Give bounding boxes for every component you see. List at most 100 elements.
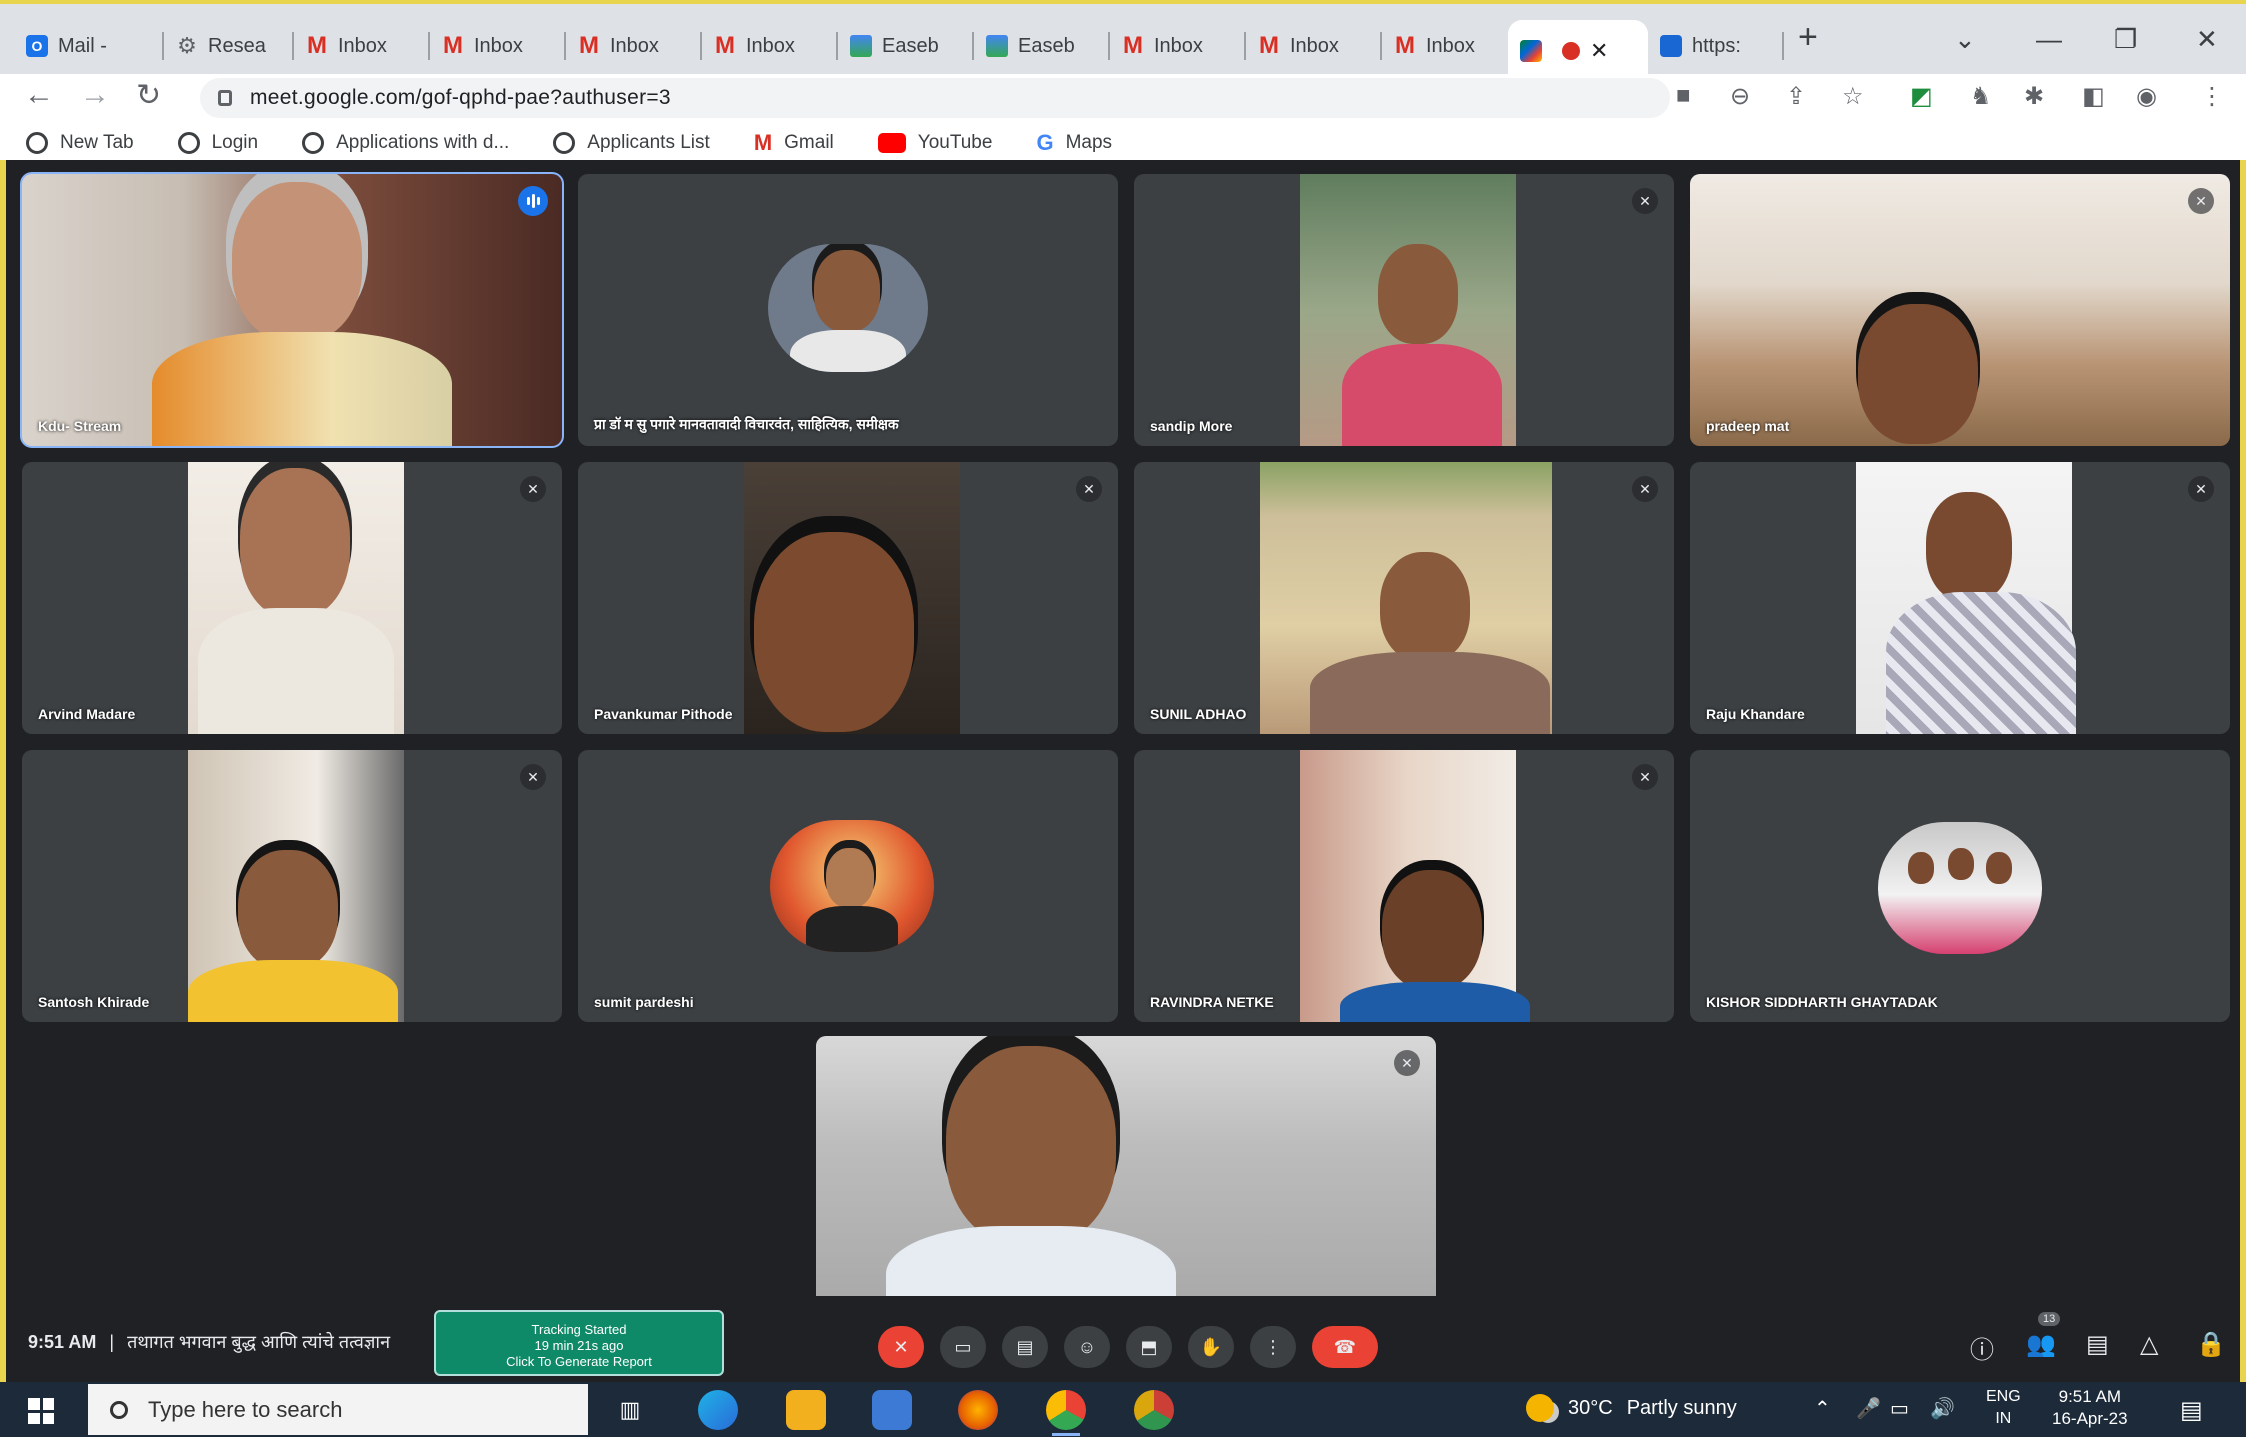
task-view-icon[interactable]: ▥ bbox=[610, 1390, 650, 1430]
participant-tile[interactable]: ✕ Pavankumar Pithode bbox=[578, 462, 1118, 734]
share-icon[interactable]: ⇪ bbox=[1786, 82, 1806, 111]
participant-name: sandip More bbox=[1150, 418, 1233, 434]
bookmark-applicants-list[interactable]: Applicants List bbox=[553, 132, 710, 154]
tab-research[interactable]: ⚙ Resea bbox=[164, 18, 294, 74]
bookmark-star-icon[interactable]: ☆ bbox=[1842, 82, 1864, 111]
present-button[interactable]: ⬒ bbox=[1126, 1326, 1172, 1368]
attendance-tracking-button[interactable]: Tracking Started 19 min 21s ago Click To… bbox=[434, 1310, 724, 1376]
tab-label: Resea bbox=[208, 34, 266, 57]
self-view-tile[interactable]: ✕ bbox=[816, 1036, 1436, 1312]
participant-tile[interactable]: ✕ Raju Khandare bbox=[1690, 462, 2230, 734]
tab-meet-active[interactable]: ✕ bbox=[1508, 20, 1648, 82]
address-bar[interactable]: meet.google.com/gof-qphd-pae?authuser=3 bbox=[200, 78, 1670, 118]
participant-tile[interactable]: ✕ RAVINDRA NETKE bbox=[1134, 750, 1674, 1022]
extension-icon[interactable]: ◩ bbox=[1910, 82, 1933, 111]
profile-icon[interactable]: ◉ bbox=[2136, 82, 2157, 111]
mic-off-button[interactable]: ✕ bbox=[878, 1326, 924, 1368]
mic-off-icon: ✕ bbox=[520, 764, 546, 790]
participant-tile[interactable]: sumit pardeshi bbox=[578, 750, 1118, 1022]
edge-icon[interactable] bbox=[698, 1390, 738, 1430]
bookmark-label: Maps bbox=[1065, 132, 1113, 153]
chrome-profile-icon[interactable] bbox=[1134, 1390, 1174, 1430]
participant-tile[interactable]: ✕ SUNIL ADHAO bbox=[1134, 462, 1674, 734]
tab-inbox-1[interactable]: M Inbox bbox=[294, 18, 430, 74]
system-clock[interactable]: 9:51 AM 16-Apr-23 bbox=[2052, 1386, 2128, 1430]
bookmark-maps[interactable]: G Maps bbox=[1036, 130, 1112, 156]
store-icon[interactable] bbox=[872, 1390, 912, 1430]
participant-tile[interactable]: ✕ sandip More bbox=[1134, 174, 1674, 446]
chrome-icon[interactable] bbox=[1046, 1390, 1086, 1436]
activities-icon[interactable]: △ bbox=[2140, 1330, 2158, 1359]
windows-start-icon[interactable] bbox=[28, 1398, 54, 1424]
gmail-icon: M bbox=[715, 32, 735, 59]
extension-icon[interactable]: ♞ bbox=[1970, 82, 1992, 111]
tab-mail[interactable]: O Mail - bbox=[14, 18, 164, 74]
menu-kebab-icon[interactable]: ⋮ bbox=[2200, 82, 2224, 111]
zoom-icon[interactable]: ⊖ bbox=[1730, 82, 1750, 111]
forward-icon[interactable]: → bbox=[80, 78, 110, 112]
meeting-time: 9:51 AM bbox=[28, 1332, 97, 1352]
participant-tile[interactable]: ✕ pradeep mat bbox=[1690, 174, 2230, 446]
tab-inbox-6[interactable]: M Inbox bbox=[1246, 18, 1382, 74]
reactions-button[interactable]: ☺ bbox=[1064, 1326, 1110, 1368]
meeting-info-icon[interactable]: ⓘ bbox=[1970, 1330, 1994, 1365]
gmail-icon: M bbox=[1123, 32, 1143, 59]
camera-icon[interactable]: ■ bbox=[1676, 82, 1691, 110]
more-options-button[interactable]: ⋮ bbox=[1250, 1326, 1296, 1368]
volume-icon[interactable]: 🔊 bbox=[1930, 1396, 1955, 1421]
bookmark-gmail[interactable]: M Gmail bbox=[754, 130, 834, 156]
file-explorer-icon[interactable] bbox=[786, 1390, 826, 1430]
close-tab-icon[interactable]: ✕ bbox=[1590, 38, 1608, 64]
camera-button[interactable]: ▭ bbox=[940, 1326, 986, 1368]
bookmark-applications[interactable]: Applications with d... bbox=[302, 132, 509, 154]
tab-search-icon[interactable]: ⌄ bbox=[1954, 24, 1976, 55]
close-window-icon[interactable]: ✕ bbox=[2196, 24, 2218, 55]
tab-inbox-7[interactable]: M Inbox bbox=[1382, 18, 1518, 74]
chat-icon[interactable]: ▤ bbox=[2086, 1330, 2109, 1359]
participant-count-badge: 13 bbox=[2038, 1312, 2061, 1326]
reload-icon[interactable]: ↻ bbox=[136, 78, 161, 113]
bookmark-label: Applications with d... bbox=[336, 132, 510, 153]
bookmark-label: Gmail bbox=[784, 132, 834, 153]
mic-off-icon: ✕ bbox=[1394, 1050, 1420, 1076]
participant-tile[interactable]: ✕ Arvind Madare bbox=[22, 462, 562, 734]
minimize-icon[interactable]: — bbox=[2036, 24, 2062, 55]
participant-tile[interactable]: ✕ Santosh Khirade bbox=[22, 750, 562, 1022]
tab-easebuzz-1[interactable]: Easeb bbox=[838, 18, 974, 74]
end-call-button[interactable]: ☎ bbox=[1312, 1326, 1378, 1368]
taskbar-search-box[interactable]: Type here to search bbox=[88, 1384, 588, 1435]
gmail-icon: M bbox=[1395, 32, 1415, 59]
side-panel-icon[interactable]: ◧ bbox=[2082, 82, 2105, 111]
network-icon[interactable]: ▭ bbox=[1890, 1396, 1909, 1421]
language-indicator[interactable]: ENG IN bbox=[1986, 1386, 2021, 1430]
tab-inbox-2[interactable]: M Inbox bbox=[430, 18, 566, 74]
web-icon bbox=[1660, 35, 1682, 57]
tab-inbox-3[interactable]: M Inbox bbox=[566, 18, 702, 74]
bookmark-new-tab[interactable]: New Tab bbox=[26, 132, 134, 154]
microphone-icon[interactable]: 🎤 bbox=[1856, 1396, 1881, 1421]
restore-icon[interactable]: ❐ bbox=[2114, 24, 2137, 55]
new-tab-button[interactable]: + bbox=[1798, 18, 1818, 57]
extensions-puzzle-icon[interactable]: ✱ bbox=[2024, 82, 2044, 111]
windows-taskbar: Type here to search ▥ 30°C Partly sunny … bbox=[0, 1382, 2246, 1437]
weather-widget[interactable]: 30°C Partly sunny bbox=[1526, 1394, 1737, 1422]
tray-chevron-icon[interactable]: ⌃ bbox=[1814, 1396, 1831, 1421]
participant-tile[interactable]: प्रा डॉ म सु पगारे मानवतावादी विचारवंत, … bbox=[578, 174, 1118, 446]
back-icon[interactable]: ← bbox=[24, 78, 54, 112]
raise-hand-button[interactable]: ✋ bbox=[1188, 1326, 1234, 1368]
captions-button[interactable]: ▤ bbox=[1002, 1326, 1048, 1368]
host-controls-icon[interactable]: 🔒 bbox=[2196, 1330, 2226, 1359]
partly-sunny-icon bbox=[1526, 1394, 1554, 1422]
tab-inbox-5[interactable]: M Inbox bbox=[1110, 18, 1246, 74]
bookmark-youtube[interactable]: YouTube bbox=[877, 132, 992, 154]
tab-easebuzz-2[interactable]: Easeb bbox=[974, 18, 1110, 74]
bookmark-login[interactable]: Login bbox=[177, 132, 258, 154]
tab-https[interactable]: https: bbox=[1648, 18, 1784, 74]
notifications-icon[interactable]: ▤ bbox=[2180, 1396, 2203, 1425]
firefox-icon[interactable] bbox=[958, 1390, 998, 1430]
tracking-duration: 19 min 21s ago bbox=[534, 1338, 624, 1353]
tab-inbox-4[interactable]: M Inbox bbox=[702, 18, 838, 74]
participant-tile[interactable]: Kdu- Stream bbox=[20, 172, 564, 448]
people-icon[interactable]: 👥 13 bbox=[2026, 1312, 2061, 1359]
participant-tile[interactable]: KISHOR SIDDHARTH GHAYTADAK bbox=[1690, 750, 2230, 1022]
